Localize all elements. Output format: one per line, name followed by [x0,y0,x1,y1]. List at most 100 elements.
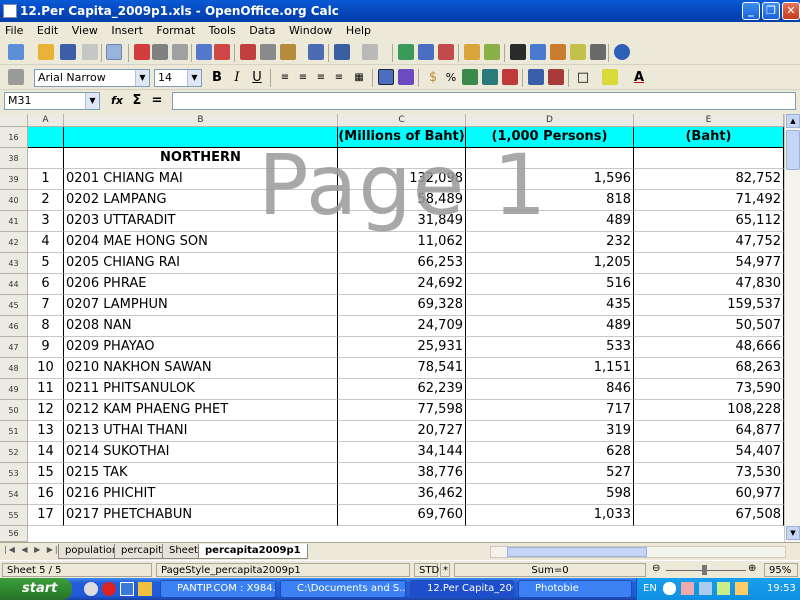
bold-button[interactable]: B [208,69,226,87]
hyperlink-icon[interactable] [398,44,414,60]
zoom-out-icon[interactable]: ⊖ [652,563,660,574]
row-header[interactable]: 49 [0,379,28,400]
task-calc[interactable]: 12.Per Capita_2009... [410,580,514,598]
index-cell[interactable]: 17 [28,505,64,526]
per-capita-cell[interactable]: 108,228 [634,400,784,421]
province-cell[interactable]: 0205 CHIANG RAI [64,253,338,274]
per-capita-cell[interactable]: 65,112 [634,211,784,232]
gpp-cell[interactable]: 34,144 [338,442,466,463]
minimize-button[interactable]: _ [742,2,760,20]
horizontal-scroll-thumb[interactable] [507,547,647,557]
background-color-icon[interactable] [602,69,618,85]
index-cell[interactable]: 1 [28,169,64,190]
menu-file[interactable]: File [0,22,28,37]
underline-button[interactable]: U [248,69,266,87]
row-header-38[interactable]: 38 [0,148,28,169]
population-cell[interactable]: 1,033 [466,505,634,526]
function-icon[interactable]: = [148,92,166,110]
maximize-button[interactable]: ❐ [762,2,780,20]
province-cell[interactable]: 0214 SUKOTHAI [64,442,338,463]
row-header[interactable]: 55 [0,505,28,526]
tray-icon-1[interactable] [681,582,694,595]
zoom-icon[interactable] [590,44,606,60]
index-cell[interactable]: 4 [28,232,64,253]
calc-quicklaunch-icon[interactable] [120,582,134,596]
row-header[interactable]: 41 [0,211,28,232]
help-tray-icon[interactable] [663,582,676,595]
province-cell[interactable]: 0217 PHETCHABUN [64,505,338,526]
edit-file-icon[interactable] [106,44,122,60]
gpp-cell[interactable]: 25,931 [338,337,466,358]
per-capita-cell[interactable]: 64,877 [634,421,784,442]
status-page-style[interactable]: PageStyle_percapita2009p1 [156,563,410,577]
gpp-cell[interactable]: 69,760 [338,505,466,526]
column-header-b[interactable]: B [64,114,338,127]
per-capita-cell[interactable]: 71,492 [634,190,784,211]
justify-button[interactable]: ≡ [330,69,348,87]
export-pdf-icon[interactable] [134,44,150,60]
formula-input[interactable] [172,92,796,110]
province-cell[interactable]: 0213 UTHAI THANI [64,421,338,442]
row-header[interactable]: 50 [0,400,28,421]
decrease-indent-icon[interactable] [528,69,544,85]
index-cell[interactable]: 10 [28,358,64,379]
population-cell[interactable]: 319 [466,421,634,442]
per-capita-cell[interactable]: 73,590 [634,379,784,400]
name-box[interactable]: M31 ▼ [4,92,100,110]
horizontal-scrollbar[interactable] [490,546,786,558]
help-icon[interactable] [614,44,630,60]
per-capita-cell[interactable]: 68,263 [634,358,784,379]
borders-button[interactable]: □ [574,69,592,87]
menu-window[interactable]: Window [284,22,337,37]
merge-cells-button[interactable]: ▦ [350,69,368,87]
per-capita-cell[interactable]: 60,977 [634,484,784,505]
index-cell[interactable]: 6 [28,274,64,295]
folder-quicklaunch-icon[interactable] [138,582,152,596]
currency-format-button[interactable]: $ [424,69,442,87]
population-cell[interactable]: 232 [466,232,634,253]
row-header[interactable]: 51 [0,421,28,442]
task-pantip[interactable]: PANTIP.COM : X984... [160,580,276,598]
font-name-select[interactable]: Arial Narrow ▼ [34,69,150,87]
sheet-nav-arrows-icon[interactable]: |◀ ◀ ▶ ▶| [4,545,60,554]
population-cell[interactable]: 717 [466,400,634,421]
row-header[interactable]: 40 [0,190,28,211]
row-header[interactable]: 46 [0,316,28,337]
row-header[interactable]: 48 [0,358,28,379]
index-cell[interactable]: 16 [28,484,64,505]
menu-edit[interactable]: Edit [32,22,63,37]
navigator-icon[interactable] [530,44,546,60]
select-all-corner[interactable] [0,114,28,127]
zoom-in-icon[interactable]: ⊕ [748,563,756,574]
align-left-button[interactable]: ≡ [276,69,294,87]
task-photobie[interactable]: Photobie [518,580,632,598]
paste-icon[interactable] [280,44,296,60]
standard-format-icon[interactable] [462,69,478,85]
sort-ascending-icon[interactable] [418,44,434,60]
index-cell[interactable]: 5 [28,253,64,274]
cut-icon[interactable] [240,44,256,60]
gpp-cell[interactable]: 24,692 [338,274,466,295]
zoom-slider[interactable]: ⊖ ⊕ [652,563,760,577]
vertical-scrollbar[interactable]: ▲ ▼ [784,114,800,542]
index-cell[interactable]: 3 [28,211,64,232]
population-cell[interactable]: 435 [466,295,634,316]
per-capita-cell[interactable]: 73,530 [634,463,784,484]
province-cell[interactable]: 0212 KAM PHAENG PHET [64,400,338,421]
province-cell[interactable]: 0210 NAKHON SAWAN [64,358,338,379]
open-folder-icon[interactable] [38,44,54,60]
index-cell[interactable]: 7 [28,295,64,316]
scroll-thumb[interactable] [786,130,800,170]
redo-icon[interactable] [362,44,378,60]
find-icon[interactable] [510,44,526,60]
text-direction-rtl-icon[interactable] [398,69,414,85]
status-sum[interactable]: Sum=0 [454,563,646,577]
save-icon[interactable] [60,44,76,60]
index-cell[interactable]: 9 [28,337,64,358]
text-direction-ltr-icon[interactable] [378,69,394,85]
population-cell[interactable]: 489 [466,316,634,337]
styles-formatting-icon[interactable] [8,69,24,85]
font-size-select[interactable]: 14 ▼ [154,69,202,87]
per-capita-cell[interactable]: 159,537 [634,295,784,316]
gpp-cell[interactable]: 38,776 [338,463,466,484]
